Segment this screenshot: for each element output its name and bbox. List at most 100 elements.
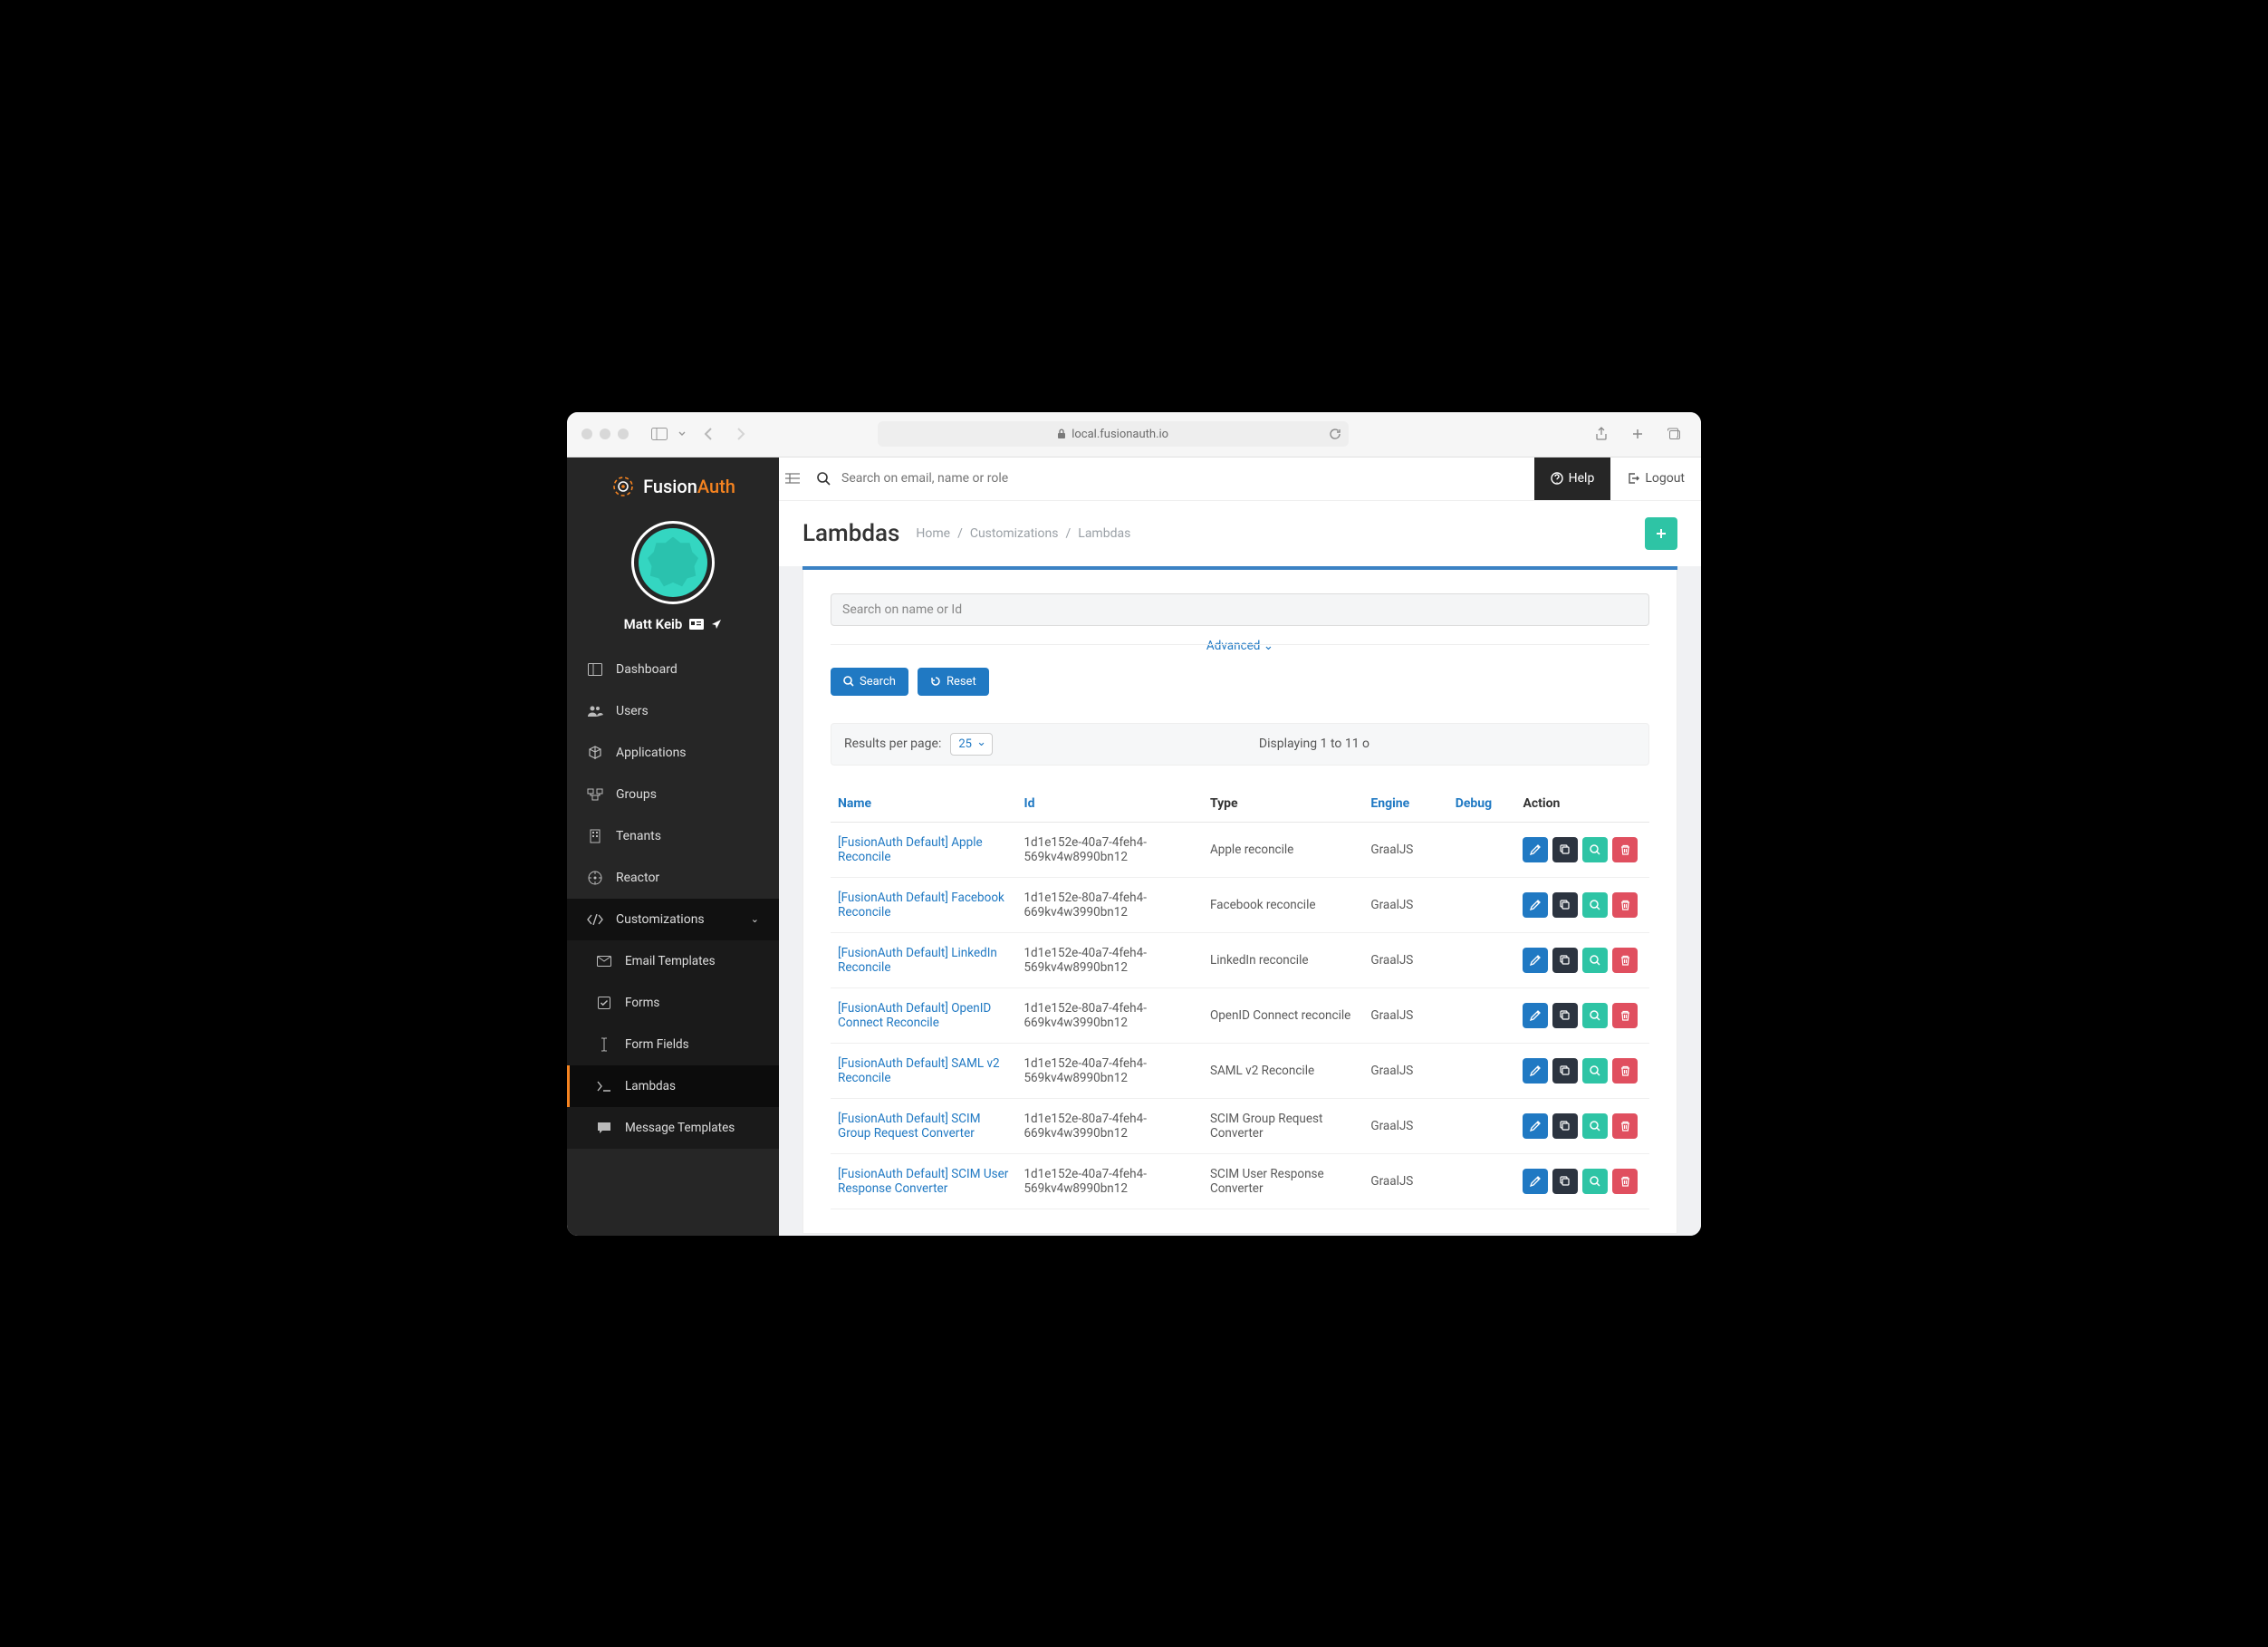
sidebar-item-customizations[interactable]: Customizations ⌄ (567, 899, 779, 940)
reset-button[interactable]: Reset (918, 668, 989, 696)
sidebar-item-email-templates[interactable]: Email Templates (567, 940, 779, 982)
delete-button[interactable] (1612, 837, 1638, 862)
logo[interactable]: FusionAuth (610, 474, 735, 499)
table-row: [FusionAuth Default] Facebook Reconcile … (831, 877, 1649, 932)
chevron-down-icon: ⌄ (751, 913, 759, 925)
forward-button[interactable] (728, 421, 754, 447)
cell-debug (1448, 1153, 1516, 1209)
edit-button[interactable] (1523, 1003, 1548, 1028)
search-button[interactable]: Search (831, 668, 908, 696)
new-tab-icon[interactable] (1625, 421, 1650, 447)
col-engine[interactable]: Engine (1363, 785, 1447, 823)
view-button[interactable] (1582, 1003, 1608, 1028)
cell-id: 1d1e152e-40a7-4feh4-569kv4w8990bn12 (1016, 1043, 1202, 1098)
cell-name[interactable]: [FusionAuth Default] SAML v2 Reconcile (831, 1043, 1016, 1098)
collapse-sidebar-button[interactable] (779, 473, 806, 484)
id-card-icon[interactable] (689, 619, 704, 630)
sidebar-item-forms[interactable]: Forms (567, 982, 779, 1024)
delete-button[interactable] (1612, 948, 1638, 973)
cell-name[interactable]: [FusionAuth Default] SCIM Group Request … (831, 1098, 1016, 1153)
page-title: Lambdas (802, 520, 899, 547)
view-button[interactable] (1582, 1113, 1608, 1139)
cell-debug (1448, 822, 1516, 877)
traffic-min[interactable] (600, 429, 610, 439)
delete-button[interactable] (1612, 1169, 1638, 1194)
cell-debug (1448, 987, 1516, 1043)
cell-id: 1d1e152e-80a7-4feh4-669kv4w3990bn12 (1016, 987, 1202, 1043)
edit-button[interactable] (1523, 1058, 1548, 1084)
edit-button[interactable] (1523, 837, 1548, 862)
page-header: Lambdas Home/Customizations/Lambdas (779, 501, 1701, 566)
cell-name[interactable]: [FusionAuth Default] Apple Reconcile (831, 822, 1016, 877)
add-button[interactable] (1645, 517, 1677, 550)
delete-button[interactable] (1612, 1003, 1638, 1028)
edit-button[interactable] (1523, 948, 1548, 973)
sidebar-item-groups[interactable]: Groups (567, 774, 779, 815)
browser-chrome: local.fusionauth.io (567, 412, 1701, 458)
url-bar[interactable]: local.fusionauth.io (878, 421, 1349, 447)
chevron-down-icon[interactable] (676, 421, 688, 447)
avatar[interactable] (631, 521, 715, 604)
cell-id: 1d1e152e-40a7-4feh4-569kv4w8990bn12 (1016, 932, 1202, 987)
per-page-select[interactable]: 25 (950, 733, 993, 756)
col-name[interactable]: Name (831, 785, 1016, 823)
table-row: [FusionAuth Default] LinkedIn Reconcile … (831, 932, 1649, 987)
delete-button[interactable] (1612, 1113, 1638, 1139)
edit-button[interactable] (1523, 1113, 1548, 1139)
location-icon[interactable] (711, 619, 722, 630)
logout-button[interactable]: Logout (1610, 458, 1701, 500)
traffic-close[interactable] (581, 429, 592, 439)
cell-type: SAML v2 Reconcile (1203, 1043, 1363, 1098)
cell-name[interactable]: [FusionAuth Default] SCIM User Response … (831, 1153, 1016, 1209)
cell-name[interactable]: [FusionAuth Default] OpenID Connect Reco… (831, 987, 1016, 1043)
cell-name[interactable]: [FusionAuth Default] LinkedIn Reconcile (831, 932, 1016, 987)
traffic-max[interactable] (618, 429, 629, 439)
sidebar-item-reactor[interactable]: Reactor (567, 857, 779, 899)
col-id[interactable]: Id (1016, 785, 1202, 823)
cell-type: LinkedIn reconcile (1203, 932, 1363, 987)
tabs-icon[interactable] (1661, 421, 1687, 447)
duplicate-button[interactable] (1552, 948, 1578, 973)
cell-name[interactable]: [FusionAuth Default] Facebook Reconcile (831, 877, 1016, 932)
sidebar-item-applications[interactable]: Applications (567, 732, 779, 774)
help-button[interactable]: Help (1534, 458, 1611, 500)
results-count: Displaying 1 to 11 o (1259, 737, 1369, 751)
cell-debug (1448, 1098, 1516, 1153)
duplicate-button[interactable] (1552, 1169, 1578, 1194)
duplicate-button[interactable] (1552, 1058, 1578, 1084)
cell-engine: GraalJS (1363, 932, 1447, 987)
sidebar-item-tenants[interactable]: Tenants (567, 815, 779, 857)
lambda-search-input[interactable] (831, 593, 1649, 626)
sidebar-item-users[interactable]: Users (567, 690, 779, 732)
view-button[interactable] (1582, 1169, 1608, 1194)
col-debug[interactable]: Debug (1448, 785, 1516, 823)
cell-engine: GraalJS (1363, 877, 1447, 932)
sidebar-item-lambdas[interactable]: Lambdas (567, 1065, 779, 1107)
sidebar-item-dashboard[interactable]: Dashboard (567, 649, 779, 690)
text-cursor-icon (596, 1036, 612, 1053)
delete-button[interactable] (1612, 1058, 1638, 1084)
edit-button[interactable] (1523, 892, 1548, 918)
view-button[interactable] (1582, 1058, 1608, 1084)
breadcrumb: Home/Customizations/Lambdas (916, 526, 1130, 541)
view-button[interactable] (1582, 948, 1608, 973)
back-button[interactable] (696, 421, 721, 447)
view-button[interactable] (1582, 837, 1608, 862)
sidebar-item-form-fields[interactable]: Form Fields (567, 1024, 779, 1065)
share-icon[interactable] (1589, 421, 1614, 447)
duplicate-button[interactable] (1552, 837, 1578, 862)
duplicate-button[interactable] (1552, 1113, 1578, 1139)
sidebar-toggle-icon[interactable] (647, 421, 672, 447)
duplicate-button[interactable] (1552, 892, 1578, 918)
duplicate-button[interactable] (1552, 1003, 1578, 1028)
cell-debug (1448, 877, 1516, 932)
delete-button[interactable] (1612, 892, 1638, 918)
advanced-toggle[interactable]: Advanced ⌄ (1197, 639, 1283, 653)
reactor-icon (587, 870, 603, 886)
view-button[interactable] (1582, 892, 1608, 918)
cell-engine: GraalJS (1363, 1153, 1447, 1209)
sidebar-item-message-templates[interactable]: Message Templates (567, 1107, 779, 1149)
edit-button[interactable] (1523, 1169, 1548, 1194)
search-input[interactable] (841, 471, 1523, 486)
refresh-icon[interactable] (1329, 428, 1341, 440)
